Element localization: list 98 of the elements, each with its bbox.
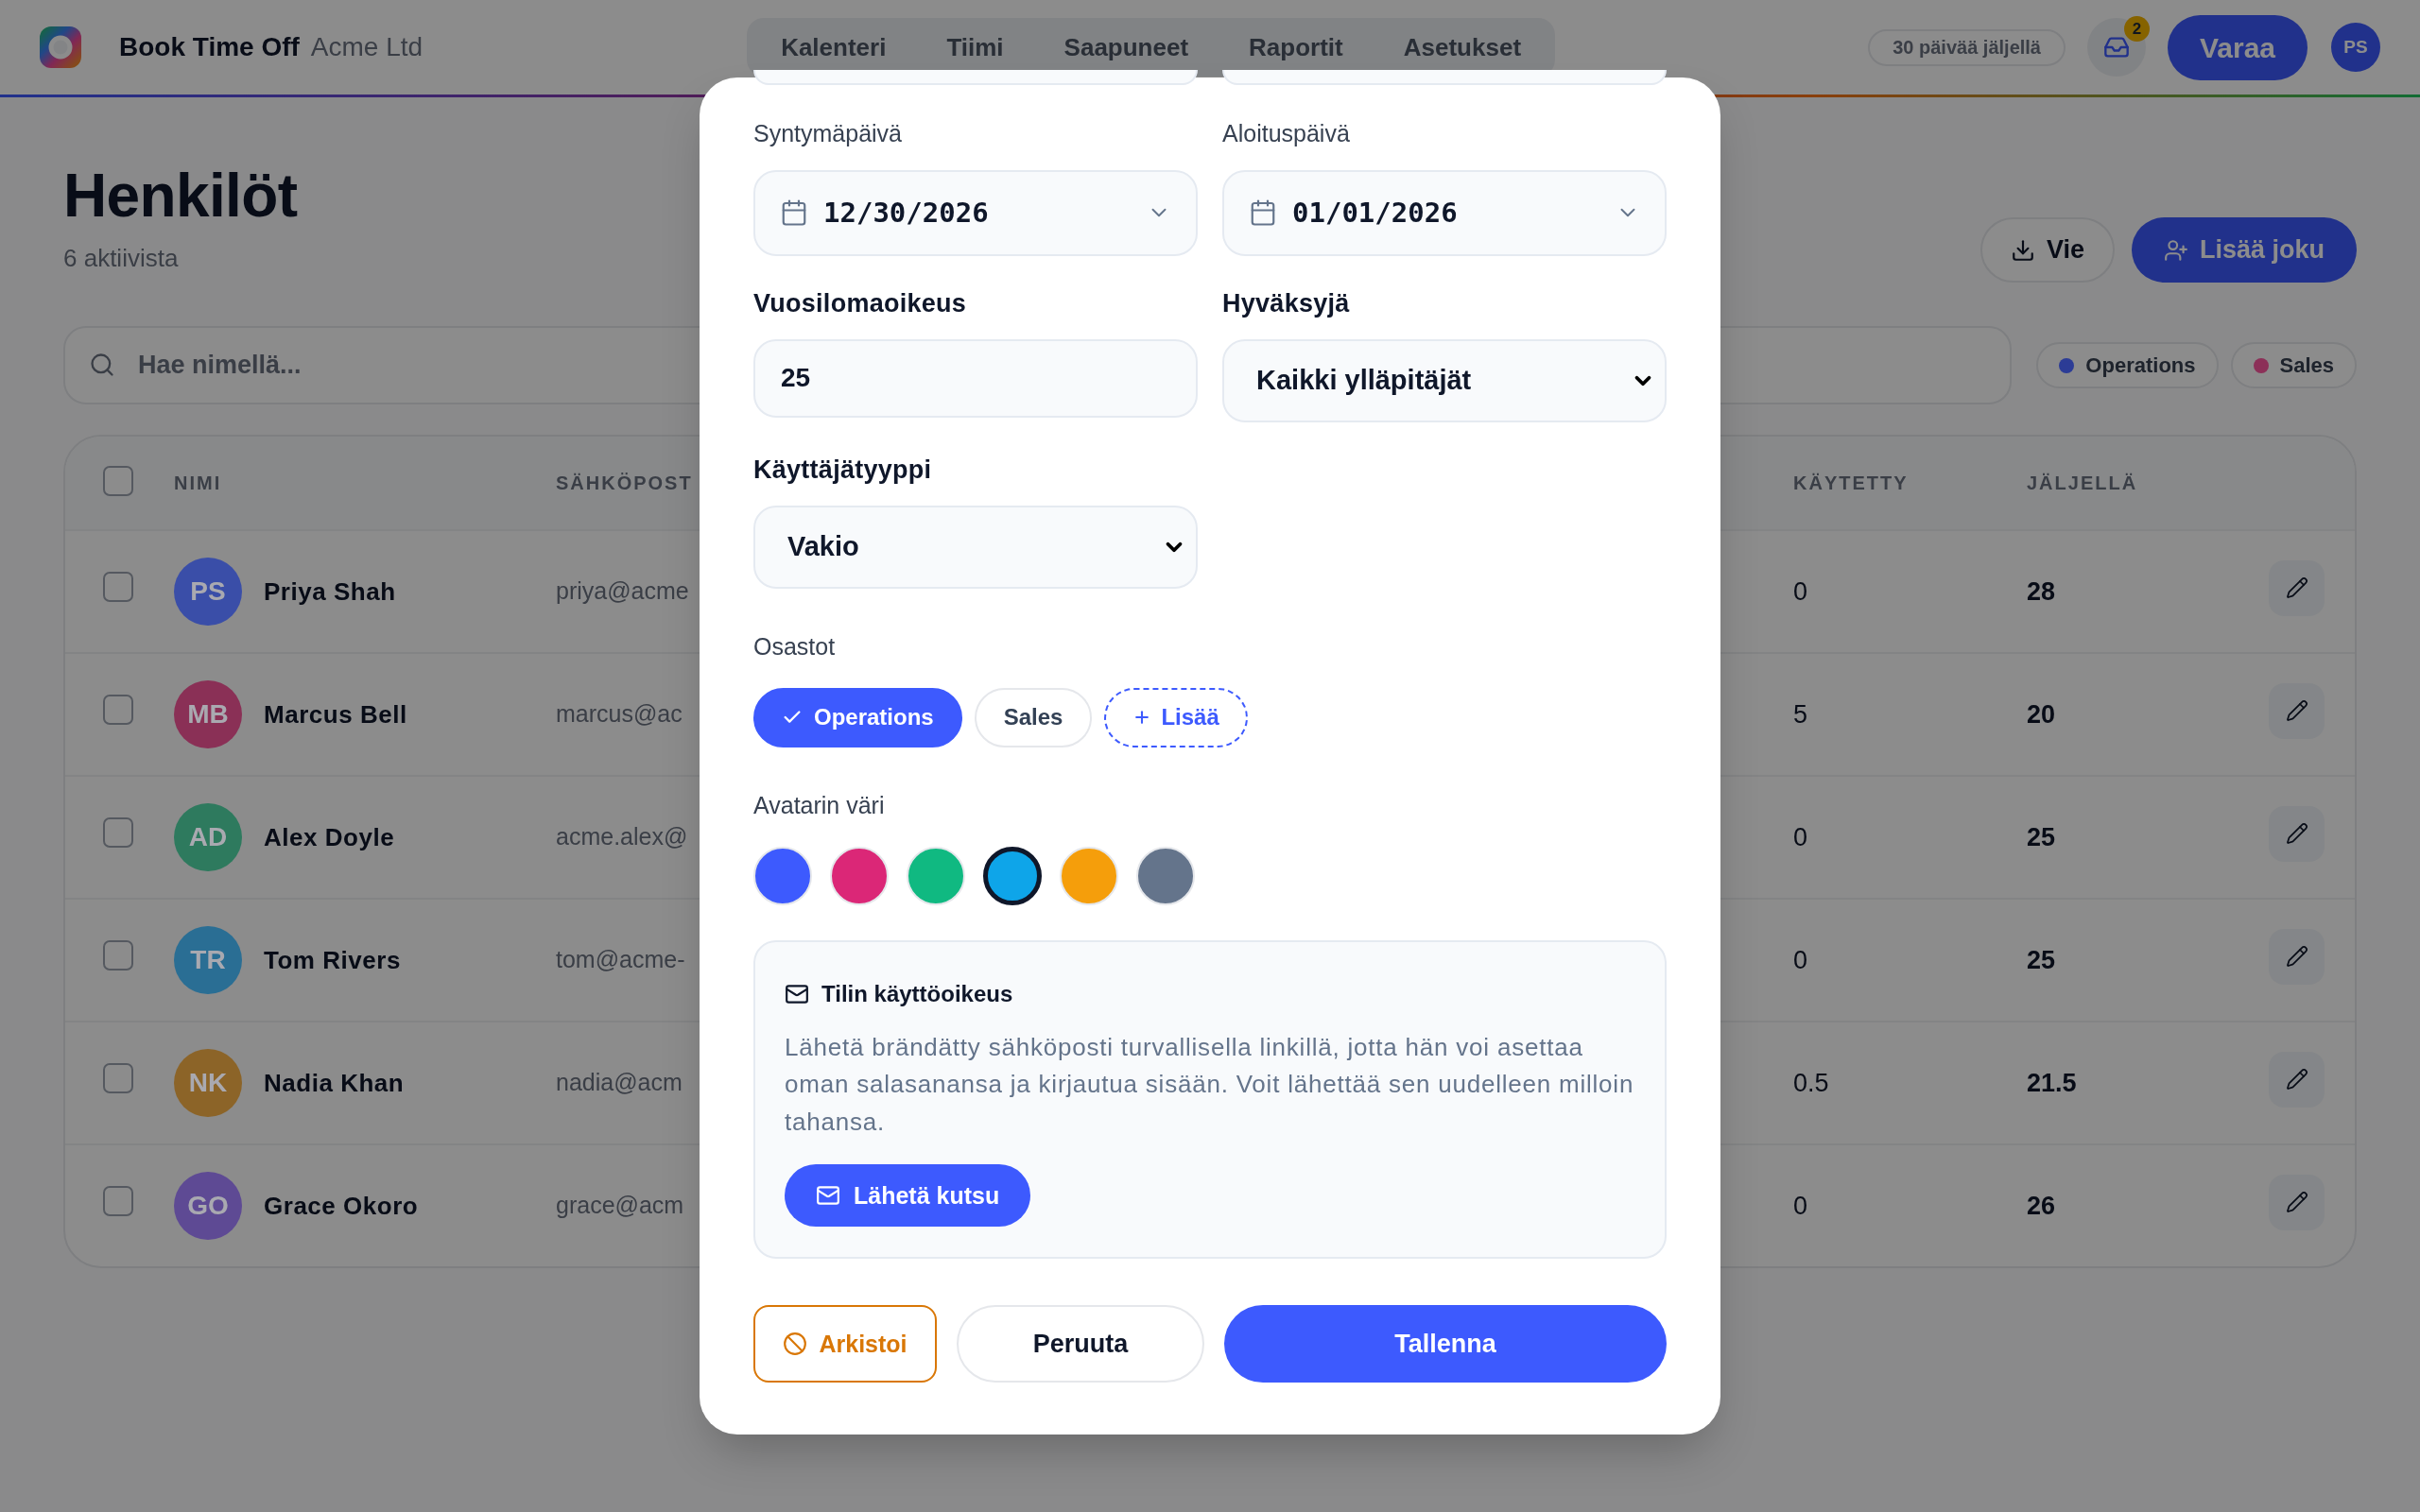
calendar-icon xyxy=(780,198,808,228)
app-name: Book Time Off xyxy=(119,31,300,63)
edit-button[interactable] xyxy=(2269,559,2325,616)
avatar: GO xyxy=(174,1172,242,1240)
email-text: nadia@acm xyxy=(556,1069,683,1096)
notification-badge: 2 xyxy=(2124,16,2150,42)
select-field[interactable]: Kaikki ylläpitäjät xyxy=(1222,338,1667,422)
pencil-icon xyxy=(2285,1068,2308,1091)
section-label: Osastot xyxy=(753,631,837,661)
send-invite-button[interactable]: Lähetä kutsu xyxy=(785,1164,1031,1228)
save-button[interactable]: Tallenna xyxy=(1224,1305,1667,1383)
avatar: AD xyxy=(174,803,242,871)
pencil-icon xyxy=(2285,822,2308,845)
days-remaining: 25 xyxy=(2027,822,2056,851)
person-name: Tom Rivers xyxy=(264,944,401,976)
download-icon xyxy=(2010,237,2035,263)
days-used: 0 xyxy=(1793,576,1808,606)
department-chip[interactable]: Operations xyxy=(753,687,962,747)
edit-button[interactable] xyxy=(2269,1174,2325,1230)
nav-tab[interactable]: Saapuneet xyxy=(1033,22,1219,73)
email-text: marcus@ac xyxy=(556,700,683,728)
calendar-icon xyxy=(1249,198,1277,228)
avatar: PS xyxy=(174,558,242,626)
nav-tab[interactable]: Raportit xyxy=(1219,22,1374,73)
archive-button[interactable]: Arkistoi xyxy=(753,1305,937,1383)
department-chip[interactable]: Sales xyxy=(974,687,1093,747)
pencil-icon xyxy=(2285,1191,2308,1213)
select-field[interactable]: Vakio xyxy=(753,505,1198,589)
avatar: TR xyxy=(174,926,242,994)
avatar: NK xyxy=(174,1049,242,1117)
email-text: tom@acme- xyxy=(556,946,685,973)
person-name: Alex Doyle xyxy=(264,821,395,853)
pencil-icon xyxy=(2285,699,2308,722)
date-field[interactable]: 01/01/2026 xyxy=(1222,169,1667,256)
edit-button[interactable] xyxy=(2269,682,2325,739)
card-description: Lähetä brändätty sähköposti turvallisella linkillä, jotta hän voi asettaa oman salasanansa ja kirjautua sisään. Voit lähettää sen uudelleen milloin tahansa. xyxy=(785,1031,1635,1138)
checkbox[interactable] xyxy=(103,817,133,848)
days-used: 0 xyxy=(1793,822,1808,851)
field-label: Aloituspäivä xyxy=(1222,118,1351,147)
days-remaining: 28 xyxy=(2027,576,2056,606)
cancel-button[interactable]: Peruuta xyxy=(957,1305,1204,1383)
org-name: Acme Ltd xyxy=(310,31,424,63)
logo-icon xyxy=(40,26,81,68)
edit-button[interactable] xyxy=(2269,1051,2325,1108)
card-title: Tilin käyttöoikeus xyxy=(821,979,1013,1008)
avatar: MB xyxy=(174,680,242,748)
ban-icon xyxy=(783,1332,808,1357)
checkbox[interactable] xyxy=(103,572,133,602)
user-avatar[interactable]: PS xyxy=(2331,23,2380,72)
column-header: SÄHKÖPOST xyxy=(556,472,693,493)
days-left-pill: 30 päivää jäljellä xyxy=(1868,28,2066,66)
person-name: Grace Okoro xyxy=(264,1190,419,1222)
checkbox[interactable] xyxy=(103,940,133,971)
email-text: grace@acm xyxy=(556,1192,684,1219)
export-button[interactable]: Vie xyxy=(1979,217,2115,283)
user-plus-icon xyxy=(2163,237,2188,263)
book-button[interactable]: Varaa xyxy=(2168,14,2308,80)
person-name: Marcus Bell xyxy=(264,698,407,730)
filter-chip[interactable]: Operations xyxy=(2036,342,2219,388)
checkbox[interactable] xyxy=(103,1186,133,1216)
days-used: 0.5 xyxy=(1793,1068,1829,1097)
field-label: Hyväksyjä xyxy=(1222,287,1351,318)
days-remaining: 26 xyxy=(2027,1191,2056,1220)
person-name: Nadia Khan xyxy=(264,1067,405,1099)
checkbox[interactable] xyxy=(103,695,133,725)
edit-button[interactable] xyxy=(2269,928,2325,985)
pencil-icon xyxy=(2285,945,2308,968)
search-icon xyxy=(89,352,115,378)
field-label: Vuosilomaoikeus xyxy=(753,287,968,318)
nav-tab[interactable]: Kalenteri xyxy=(751,22,917,73)
days-remaining: 21.5 xyxy=(2027,1068,2077,1097)
add-department-button[interactable]: Lisää xyxy=(1104,687,1248,747)
field-label: Syntymäpäivä xyxy=(753,118,904,147)
page-title: Henkilöt xyxy=(63,165,298,226)
person-name: Priya Shah xyxy=(264,576,396,608)
days-used: 0 xyxy=(1793,945,1808,974)
edit-button[interactable] xyxy=(2269,805,2325,862)
days-used: 5 xyxy=(1793,699,1808,729)
filter-chip[interactable]: Sales xyxy=(2230,342,2357,388)
nav-tab[interactable]: Tiimi xyxy=(916,22,1034,73)
checkbox[interactable] xyxy=(103,466,133,496)
email-text: acme.alex@ xyxy=(556,823,688,850)
field-label: Käyttäjätyyppi xyxy=(753,454,933,485)
date-field[interactable]: 12/30/2026 xyxy=(753,169,1198,256)
section-label: Avatarin väri xyxy=(753,790,886,819)
add-person-button[interactable]: Lisää joku xyxy=(2131,217,2357,283)
nav-tab[interactable]: Asetukset xyxy=(1373,22,1552,73)
days-remaining: 20 xyxy=(2027,699,2056,729)
checkbox[interactable] xyxy=(103,1063,133,1093)
input-field[interactable]: 25 xyxy=(753,338,1198,418)
page-subtitle: 6 aktiivista xyxy=(63,244,180,273)
column-header: NIMI xyxy=(174,472,222,493)
pencil-icon xyxy=(2285,576,2308,599)
column-header: KÄYTETTY xyxy=(1793,472,1909,493)
days-used: 0 xyxy=(1793,1191,1808,1220)
column-header: JÄLJELLÄ xyxy=(2027,472,2138,493)
days-remaining: 25 xyxy=(2027,945,2056,974)
email-text: priya@acme xyxy=(556,577,689,605)
